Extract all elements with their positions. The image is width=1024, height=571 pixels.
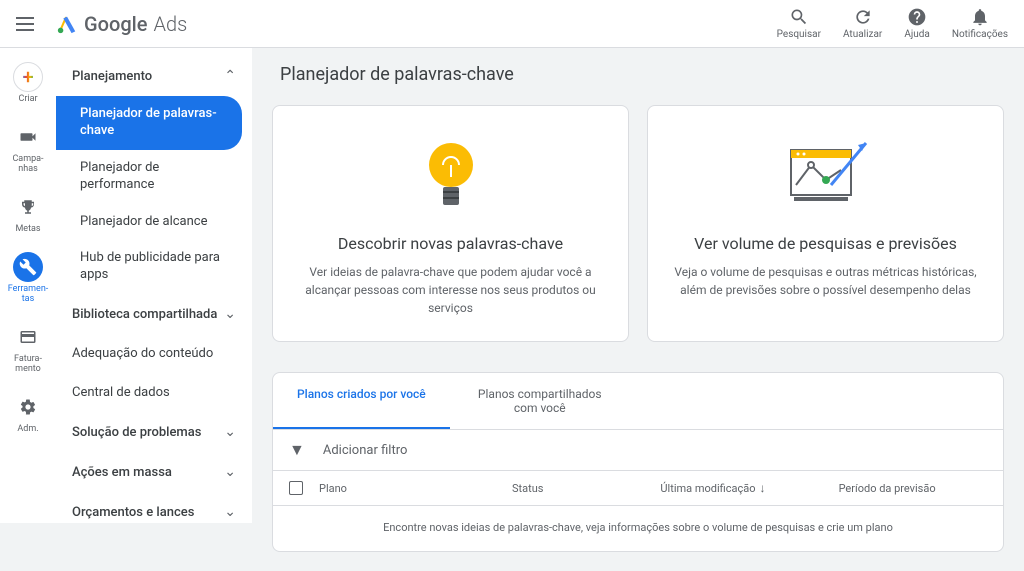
sidebar-item-keyword-planner[interactable]: Planejador de palavras-chave [56, 96, 242, 150]
col-modified[interactable]: Última modificação↓ [660, 481, 838, 495]
plus-icon: + [13, 62, 43, 92]
chevron-down-icon: ⌄ [224, 464, 236, 480]
sidebar-section-planning-label: Planejamento [72, 69, 152, 84]
help-icon [907, 7, 927, 27]
lightbulb-icon [293, 130, 608, 220]
rail-campaigns[interactable]: Campa- nhas [0, 118, 56, 178]
card-discover-desc: Ver ideias de palavra-chave que podem aj… [293, 263, 608, 317]
sidebar-section-troubleshoot[interactable]: Solução de problemas ⌄ [56, 412, 252, 452]
wrench-icon [19, 258, 37, 276]
sidebar: Planejamento ⌃ Planejador de palavras-ch… [56, 48, 252, 523]
megaphone-icon [19, 128, 37, 146]
chart-icon [668, 130, 983, 220]
sidebar-item-reach-planner[interactable]: Planejador de alcance [56, 204, 252, 241]
refresh-button[interactable]: Atualizar [843, 7, 882, 40]
search-icon [789, 7, 809, 27]
rail-campaigns-label: Campa- nhas [12, 154, 43, 174]
filter-icon[interactable]: ▼ [289, 440, 305, 460]
sidebar-item-content-suitability[interactable]: Adequação do conteúdo [56, 334, 252, 373]
rail-billing[interactable]: Fatura- mento [0, 318, 56, 378]
sidebar-section-bulk-label: Ações em massa [72, 465, 172, 480]
card-search-volume[interactable]: Ver volume de pesquisas e previsões Veja… [647, 105, 1004, 342]
google-ads-logo-icon [56, 13, 78, 35]
sidebar-section-planning[interactable]: Planejamento ⌃ [56, 56, 252, 96]
notifications-label: Notificações [952, 29, 1008, 40]
sidebar-item-app-hub[interactable]: Hub de publicidade para apps [56, 240, 252, 294]
search-label: Pesquisar [777, 29, 821, 40]
chevron-down-icon: ⌄ [224, 424, 236, 440]
sidebar-section-shared-library[interactable]: Biblioteca compartilhada ⌄ [56, 294, 252, 334]
chevron-down-icon: ⌄ [224, 504, 236, 520]
rail-admin-label: Adm. [17, 424, 38, 434]
gear-icon [19, 398, 37, 416]
rail-tools[interactable]: Ferramen- tas [0, 248, 56, 308]
card-discover-title: Descobrir novas palavras-chave [293, 234, 608, 253]
col-status[interactable]: Status [512, 482, 660, 495]
add-filter-button[interactable]: Adicionar filtro [323, 443, 408, 458]
rail-goals[interactable]: Metas [0, 188, 56, 238]
search-button[interactable]: Pesquisar [777, 7, 821, 40]
sidebar-item-performance-planner[interactable]: Planejador de performance [56, 150, 252, 204]
select-all-checkbox[interactable] [289, 481, 303, 495]
col-plan[interactable]: Plano [319, 482, 512, 495]
refresh-label: Atualizar [843, 29, 882, 40]
notifications-button[interactable]: Notificações [952, 7, 1008, 40]
page-title: Planejador de palavras-chave [272, 64, 1004, 85]
sidebar-section-shared-library-label: Biblioteca compartilhada [72, 307, 217, 322]
table-header-row: Plano Status Última modificação↓ Período… [273, 471, 1003, 506]
card-icon [19, 328, 37, 346]
brand-google: Google [84, 12, 147, 36]
hamburger-menu[interactable] [16, 12, 40, 36]
sidebar-section-bulk[interactable]: Ações em massa ⌄ [56, 452, 252, 492]
bell-icon [970, 7, 990, 27]
trophy-icon [19, 198, 37, 216]
sidebar-section-budgets-label: Orçamentos e lances [72, 505, 194, 520]
tab-your-plans[interactable]: Planos criados por você [273, 373, 450, 429]
sidebar-item-data-center[interactable]: Central de dados [56, 373, 252, 412]
sidebar-section-budgets[interactable]: Orçamentos e lances ⌄ [56, 492, 252, 523]
sidebar-section-troubleshoot-label: Solução de problemas [72, 425, 201, 440]
card-volume-desc: Veja o volume de pesquisas e outras métr… [668, 263, 983, 299]
empty-state-message: Encontre novas ideias de palavras-chave,… [273, 506, 1003, 551]
rail-admin[interactable]: Adm. [0, 388, 56, 438]
refresh-icon [853, 7, 873, 27]
card-volume-title: Ver volume de pesquisas e previsões [668, 234, 983, 253]
chevron-down-icon: ⌄ [224, 306, 236, 322]
help-button[interactable]: Ajuda [904, 7, 930, 40]
sort-desc-icon: ↓ [760, 481, 766, 495]
rail-create-label: Criar [18, 94, 37, 104]
col-period[interactable]: Período da previsão [839, 482, 987, 495]
rail-billing-label: Fatura- mento [14, 354, 42, 374]
help-label: Ajuda [904, 29, 930, 40]
google-ads-logo: Google Ads [56, 12, 187, 36]
rail-tools-label: Ferramen- tas [8, 284, 49, 304]
rail-goals-label: Metas [15, 224, 40, 234]
tab-shared-plans[interactable]: Planos compartilhados com você [450, 373, 630, 429]
plans-panel: Planos criados por você Planos compartil… [272, 372, 1004, 552]
chevron-up-icon: ⌃ [224, 68, 236, 84]
brand-ads: Ads [153, 12, 187, 36]
card-discover-keywords[interactable]: Descobrir novas palavras-chave Ver ideia… [272, 105, 629, 342]
rail-create[interactable]: + Criar [0, 58, 56, 108]
